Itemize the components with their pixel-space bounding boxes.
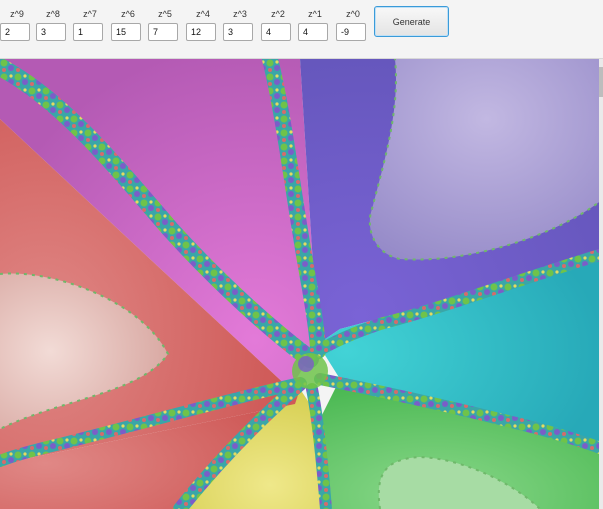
- coef-z7: z^7: [73, 8, 107, 41]
- coef-label: z^9: [10, 9, 24, 19]
- coef-input-z0[interactable]: [336, 23, 366, 41]
- coef-z6: z^6: [111, 8, 145, 41]
- coef-label: z^8: [46, 9, 60, 19]
- coef-input-z8[interactable]: [36, 23, 66, 41]
- generate-button[interactable]: Generate: [374, 6, 449, 37]
- coef-label: z^4: [196, 9, 210, 19]
- coef-input-z5[interactable]: [148, 23, 178, 41]
- coef-input-z3[interactable]: [223, 23, 253, 41]
- fractal-center-core: [298, 356, 314, 372]
- coef-label: z^5: [158, 9, 172, 19]
- toolbar: z^9 z^8 z^7 z^6 z^5 z^4 z^3 z^2 z^1 z^0 …: [0, 0, 603, 59]
- vertical-scrollbar[interactable]: [599, 59, 603, 509]
- coef-input-z9[interactable]: [0, 23, 30, 41]
- coef-z5: z^5: [148, 8, 182, 41]
- coef-input-z4[interactable]: [186, 23, 216, 41]
- coef-label: z^0: [346, 9, 360, 19]
- coef-input-z7[interactable]: [73, 23, 103, 41]
- coef-label: z^7: [83, 9, 97, 19]
- coef-z8: z^8: [36, 8, 70, 41]
- coef-label: z^1: [308, 9, 322, 19]
- coef-label: z^6: [121, 9, 135, 19]
- fractal-canvas: [0, 59, 603, 509]
- coef-label: z^3: [233, 9, 247, 19]
- coef-z9: z^9: [0, 8, 34, 41]
- coef-z3: z^3: [223, 8, 257, 41]
- scrollbar-thumb[interactable]: [599, 67, 603, 97]
- coef-z1: z^1: [298, 8, 332, 41]
- coef-input-z1[interactable]: [298, 23, 328, 41]
- coef-label: z^2: [271, 9, 285, 19]
- coef-input-z2[interactable]: [261, 23, 291, 41]
- coef-z4: z^4: [186, 8, 220, 41]
- coef-z0: z^0: [336, 8, 370, 41]
- newton-fractal-image: [0, 59, 603, 509]
- coef-input-z6[interactable]: [111, 23, 141, 41]
- coef-z2: z^2: [261, 8, 295, 41]
